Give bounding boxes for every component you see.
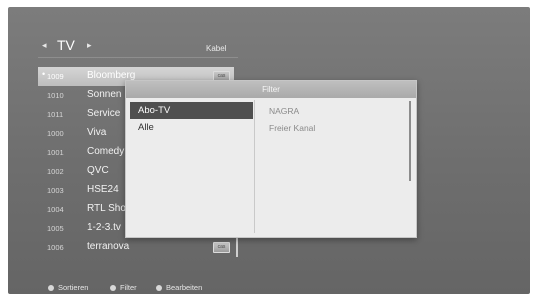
channel-name: Viva xyxy=(87,127,107,138)
footer-filter-label: Filter xyxy=(120,283,137,292)
list-title: TV xyxy=(57,37,75,53)
channel-number: 1011 xyxy=(47,110,64,119)
channel-number: 1004 xyxy=(47,205,64,214)
channel-number: 1009 xyxy=(47,72,64,81)
footer-filter-hint[interactable]: Filter xyxy=(110,283,137,292)
channel-name: Comedy xyxy=(87,146,125,157)
green-button-icon xyxy=(110,285,116,291)
dialog-title: Filter xyxy=(126,81,416,98)
channel-number: 1000 xyxy=(47,129,64,138)
channel-number: 1010 xyxy=(47,91,64,100)
channel-name: 1-2-3.tv xyxy=(87,222,121,233)
right-arrow-icon[interactable]: ▸ xyxy=(87,40,92,51)
pane-divider xyxy=(254,100,255,233)
channel-row[interactable]: 1006 terranova cas xyxy=(38,238,234,257)
tv-screen: ◂ TV ▸ Kabel • 1009 Bloomberg cas 1010 S… xyxy=(8,7,530,294)
channel-number: 1005 xyxy=(47,224,64,233)
filter-option-abo-tv[interactable]: Abo-TV xyxy=(130,102,253,119)
red-button-icon xyxy=(48,285,54,291)
channel-name: HSE24 xyxy=(87,184,119,195)
channel-name: Sonnen xyxy=(87,89,122,100)
dialog-scrollbar[interactable] xyxy=(409,101,411,181)
source-label: Kabel xyxy=(206,44,227,53)
filter-option-alle[interactable]: Alle xyxy=(130,119,253,136)
filter-value-freier-kanal[interactable]: Freier Kanal xyxy=(269,123,315,133)
filter-value-list: NAGRA Freier Kanal xyxy=(262,100,408,233)
footer-edit-label: Bearbeiten xyxy=(166,283,203,292)
header-divider xyxy=(38,57,238,58)
channel-number: 1006 xyxy=(47,243,64,252)
filter-category-list: Abo-TV Alle xyxy=(130,100,254,233)
channel-list-scrollbar[interactable] xyxy=(236,235,238,257)
filter-dialog: Filter Abo-TV Alle NAGRA Freier Kanal xyxy=(125,80,417,238)
channel-number: 1003 xyxy=(47,186,64,195)
yellow-button-icon xyxy=(156,285,162,291)
channel-name: terranova xyxy=(87,241,130,252)
footer-edit-hint[interactable]: Bearbeiten xyxy=(156,283,202,292)
footer-sort-hint[interactable]: Sortieren xyxy=(48,283,88,292)
channel-number: 1002 xyxy=(47,167,64,176)
channel-name: RTL Sho xyxy=(87,203,126,214)
channel-name: QVC xyxy=(87,165,109,176)
favorite-marker-icon: • xyxy=(42,69,46,79)
filter-value-nagra[interactable]: NAGRA xyxy=(269,106,299,116)
footer-sort-label: Sortieren xyxy=(58,283,89,292)
left-arrow-icon[interactable]: ◂ xyxy=(42,40,47,51)
channel-name: Service xyxy=(87,108,121,119)
channel-number: 1001 xyxy=(47,148,64,157)
scrambled-icon: cas xyxy=(213,242,230,253)
